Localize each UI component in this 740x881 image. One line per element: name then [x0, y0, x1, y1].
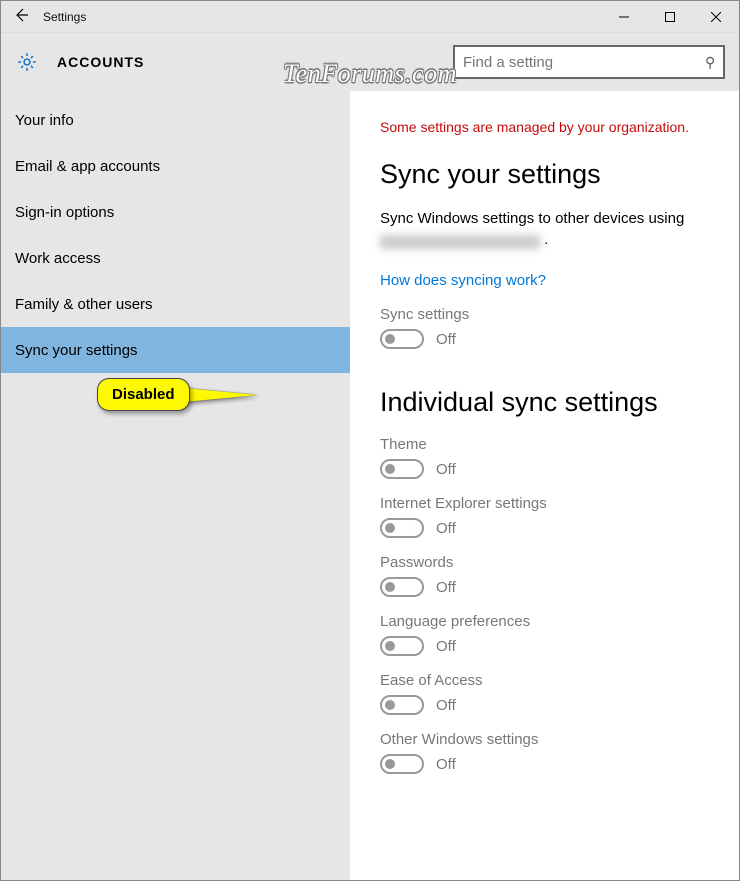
- sidebar-item-label: Work access: [15, 250, 101, 267]
- toggle-state: Off: [436, 579, 456, 596]
- toggle-switch[interactable]: [380, 577, 424, 597]
- toggle-state: Off: [436, 697, 456, 714]
- back-button[interactable]: [1, 7, 41, 27]
- sidebar-item-label: Family & other users: [15, 296, 153, 313]
- toggle-label: Passwords: [380, 554, 709, 571]
- sidebar-item-family-other-users[interactable]: Family & other users: [1, 281, 350, 327]
- toggle-ie-settings: Internet Explorer settings Off: [380, 495, 709, 538]
- sidebar-item-email-app-accounts[interactable]: Email & app accounts: [1, 143, 350, 189]
- toggle-label: Ease of Access: [380, 672, 709, 689]
- maximize-button[interactable]: [647, 1, 693, 33]
- titlebar: Settings: [1, 1, 739, 33]
- search-icon: ⚲: [705, 54, 715, 71]
- toggle-state: Off: [436, 756, 456, 773]
- close-button[interactable]: [693, 1, 739, 33]
- header: ACCOUNTS ⚲: [1, 33, 739, 91]
- sidebar-item-label: Your info: [15, 112, 74, 129]
- arrow-left-icon: [13, 7, 29, 23]
- section-breadcrumb[interactable]: ACCOUNTS: [57, 54, 144, 70]
- gear-icon: [15, 50, 39, 74]
- toggle-state: Off: [436, 520, 456, 537]
- sidebar-item-label: Email & app accounts: [15, 158, 160, 175]
- toggle-language-preferences: Language preferences Off: [380, 613, 709, 656]
- toggle-passwords: Passwords Off: [380, 554, 709, 597]
- managed-by-org-notice: Some settings are managed by your organi…: [380, 119, 709, 135]
- callout-tail: [184, 388, 258, 402]
- toggle-switch[interactable]: [380, 695, 424, 715]
- maximize-icon: [665, 12, 675, 22]
- sidebar-item-sign-in-options[interactable]: Sign-in options: [1, 189, 350, 235]
- toggle-state: Off: [436, 638, 456, 655]
- how-does-syncing-work-link[interactable]: How does syncing work?: [380, 272, 546, 289]
- window-title: Settings: [41, 10, 601, 24]
- minimize-icon: [619, 12, 629, 22]
- sync-description: Sync Windows settings to other devices u…: [380, 208, 709, 250]
- individual-sync-heading: Individual sync settings: [380, 387, 709, 418]
- minimize-button[interactable]: [601, 1, 647, 33]
- toggle-switch[interactable]: [380, 518, 424, 538]
- toggle-label: Theme: [380, 436, 709, 453]
- toggle-theme: Theme Off: [380, 436, 709, 479]
- toggle-switch[interactable]: [380, 636, 424, 656]
- toggle-switch[interactable]: [380, 754, 424, 774]
- sync-settings-heading: Sync your settings: [380, 159, 709, 190]
- sidebar-item-label: Sign-in options: [15, 204, 114, 221]
- toggle-switch[interactable]: [380, 329, 424, 349]
- toggle-label: Internet Explorer settings: [380, 495, 709, 512]
- toggle-sync-settings: Sync settings Off: [380, 306, 709, 349]
- window-controls: [601, 1, 739, 33]
- close-icon: [711, 12, 721, 22]
- toggle-label: Other Windows settings: [380, 731, 709, 748]
- toggle-state: Off: [436, 461, 456, 478]
- search-input[interactable]: [463, 54, 705, 71]
- disabled-callout: Disabled: [97, 378, 258, 411]
- sidebar-item-sync-your-settings[interactable]: Sync your settings: [1, 327, 350, 373]
- sidebar: Your info Email & app accounts Sign-in o…: [1, 91, 350, 880]
- toggle-other-windows-settings: Other Windows settings Off: [380, 731, 709, 774]
- toggle-label: Language preferences: [380, 613, 709, 630]
- callout-bubble: Disabled: [97, 378, 190, 411]
- sidebar-item-work-access[interactable]: Work access: [1, 235, 350, 281]
- toggle-state: Off: [436, 331, 456, 348]
- content-pane: Some settings are managed by your organi…: [350, 91, 739, 880]
- toggle-switch[interactable]: [380, 459, 424, 479]
- sidebar-item-label: Sync your settings: [15, 342, 138, 359]
- toggle-label: Sync settings: [380, 306, 709, 323]
- search-box[interactable]: ⚲: [453, 45, 725, 79]
- toggle-ease-of-access: Ease of Access Off: [380, 672, 709, 715]
- redacted-account: [380, 235, 540, 249]
- sidebar-item-your-info[interactable]: Your info: [1, 97, 350, 143]
